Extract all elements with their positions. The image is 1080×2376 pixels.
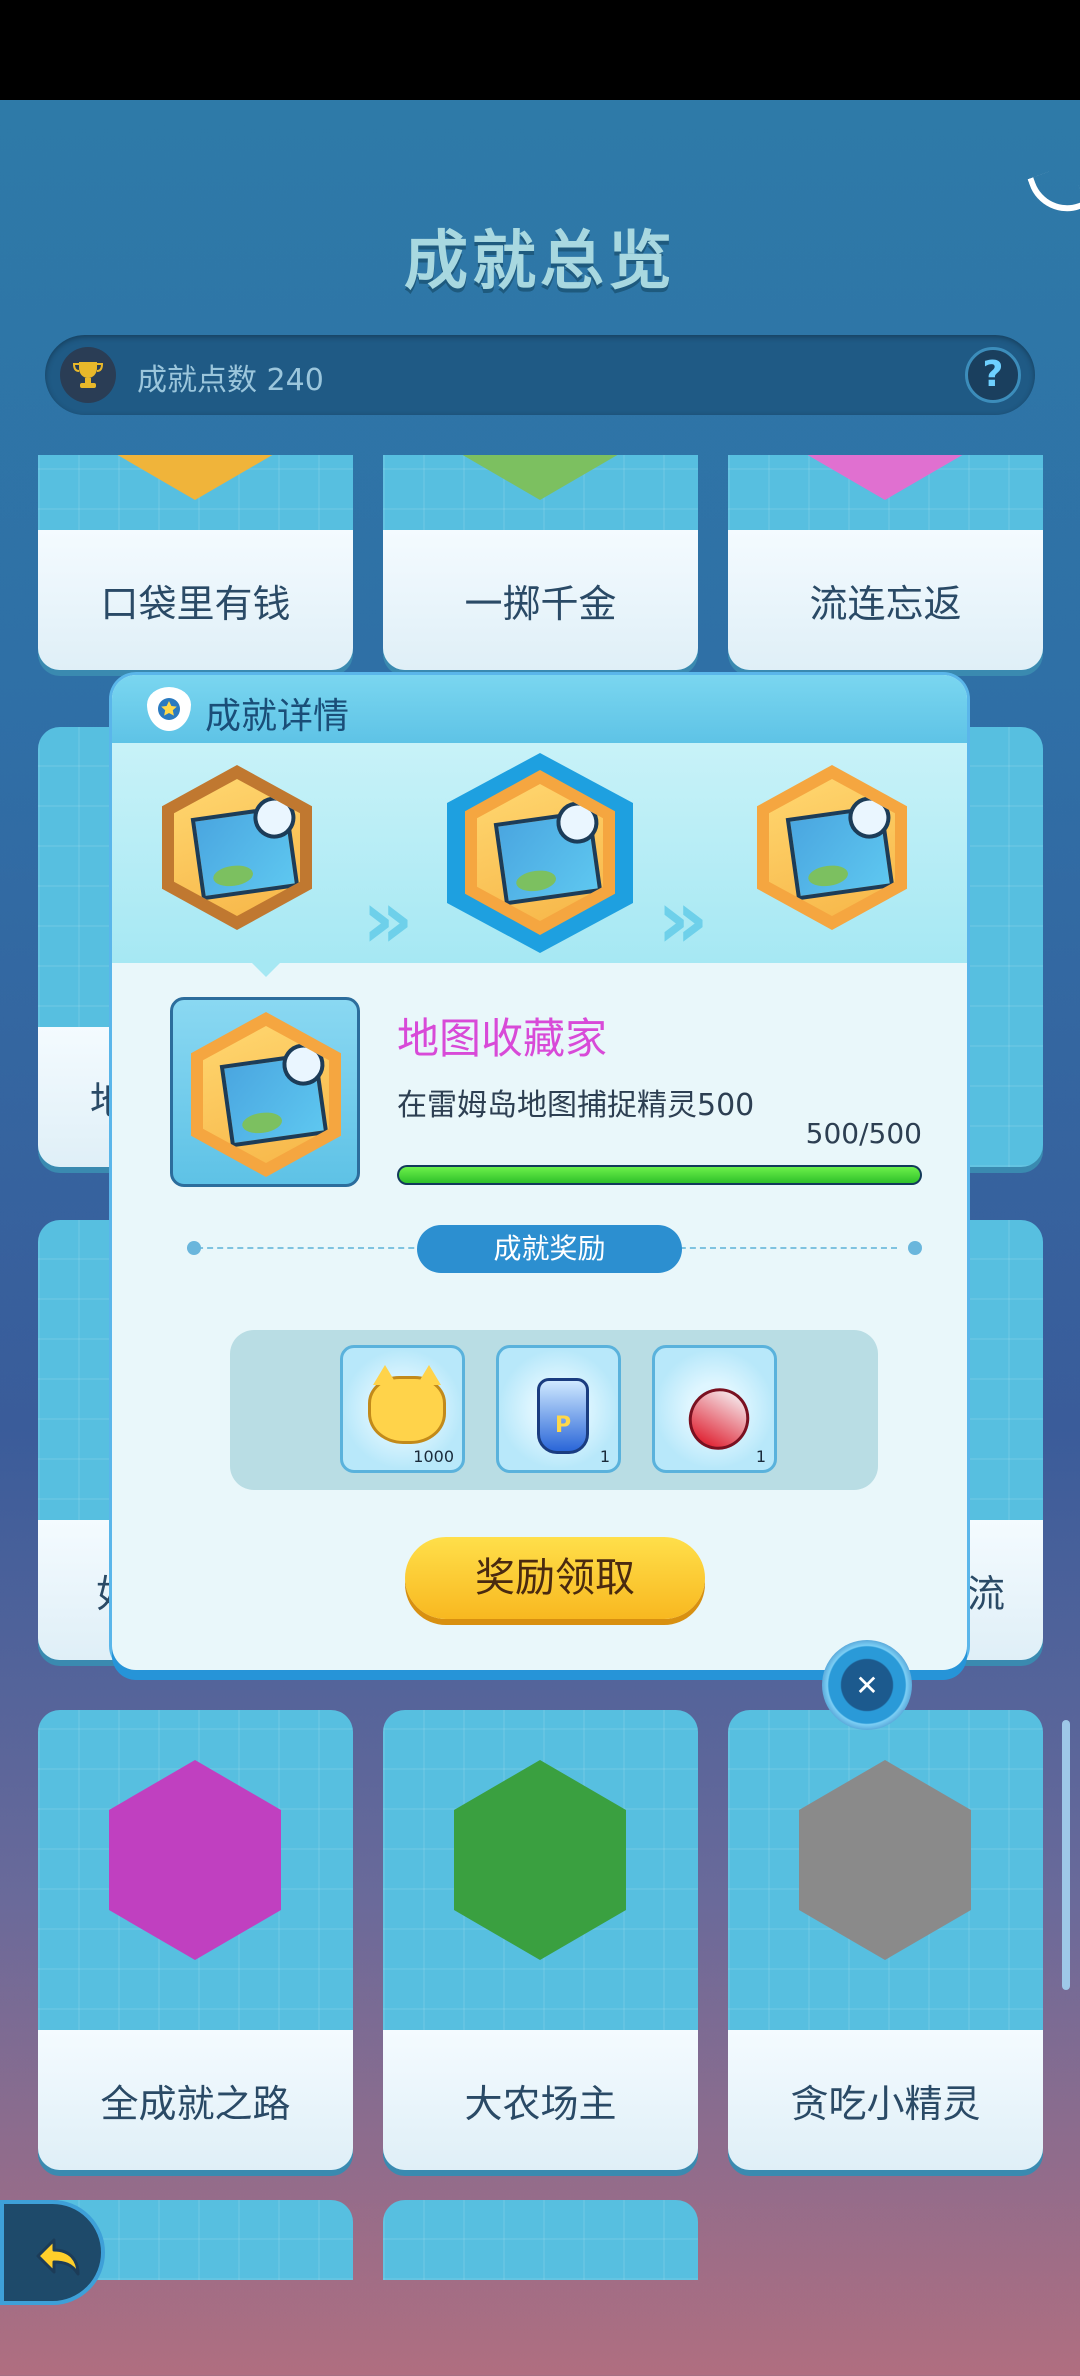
magnifier-badge-icon bbox=[799, 1760, 971, 1960]
page-title: 成就总览 bbox=[404, 225, 676, 299]
achievement-badge-icon bbox=[454, 455, 626, 500]
compass-icon bbox=[250, 793, 299, 842]
close-icon[interactable]: ✕ bbox=[822, 1640, 912, 1730]
achievement-description: 在雷姆岛地图捕捉精灵500 bbox=[397, 1088, 755, 1123]
achievement-card[interactable] bbox=[383, 2200, 698, 2280]
red-potion-icon bbox=[677, 1377, 761, 1461]
achievement-card-label: 大农场主 bbox=[383, 2030, 698, 2170]
map-icon bbox=[493, 798, 603, 906]
reward-section-label: 成就奖励 bbox=[417, 1225, 682, 1273]
stage-badge-3[interactable] bbox=[757, 765, 907, 930]
achievement-name: 地图收藏家 bbox=[397, 1014, 608, 1063]
compass-icon bbox=[845, 793, 894, 842]
reward-count: 1 bbox=[599, 1447, 610, 1466]
achievement-points-label: 成就点数 240 bbox=[137, 363, 324, 398]
reward-item[interactable]: 1 bbox=[652, 1345, 777, 1473]
cat-coin-icon bbox=[368, 1365, 446, 1444]
progress-bar-fill bbox=[399, 1167, 920, 1183]
achievement-card[interactable]: 贪吃小精灵 bbox=[728, 1710, 1043, 2170]
achievement-badge-icon bbox=[109, 455, 281, 500]
question-icon[interactable]: ? bbox=[965, 347, 1021, 403]
achievement-card[interactable]: 大农场主 bbox=[383, 1710, 698, 2170]
achievement-card-label: 一掷千金 bbox=[383, 530, 698, 670]
achievement-badge-icon bbox=[799, 455, 971, 500]
achievement-icon bbox=[170, 997, 360, 1187]
reward-item[interactable]: 1000 bbox=[340, 1345, 465, 1473]
back-arrow-icon bbox=[36, 2238, 79, 2275]
reward-count: 1 bbox=[755, 1447, 766, 1466]
stage-pointer bbox=[252, 963, 280, 977]
achievement-points-bar: 成就点数 240 ? bbox=[45, 335, 1035, 415]
back-button[interactable] bbox=[0, 2200, 105, 2305]
achievement-card[interactable]: 一掷千金 bbox=[383, 455, 698, 670]
divider-dot bbox=[908, 1241, 922, 1255]
crown-badge-icon bbox=[109, 1760, 281, 1960]
achievement-card[interactable]: 口袋里有钱 bbox=[38, 455, 353, 670]
modal-title: 成就详情 bbox=[205, 696, 350, 737]
achievement-stages: » » bbox=[112, 743, 967, 966]
achievement-card[interactable]: 全成就之路 bbox=[38, 1710, 353, 2170]
trophy-icon bbox=[60, 347, 116, 403]
compass-icon bbox=[553, 798, 602, 847]
achievement-card-label: 全成就之路 bbox=[38, 2030, 353, 2170]
progress-bar bbox=[397, 1165, 922, 1185]
reward-panel: 1000 P 1 1 bbox=[230, 1330, 878, 1490]
stage-badge-2[interactable] bbox=[447, 753, 633, 953]
achievement-card[interactable]: 流连忘返 bbox=[728, 455, 1043, 670]
chevron-right-icon: » bbox=[657, 873, 708, 966]
achievement-card-label: 口袋里有钱 bbox=[38, 530, 353, 670]
farmer-badge-icon bbox=[454, 1760, 626, 1960]
divider-dot bbox=[187, 1241, 201, 1255]
achievement-detail-modal: 成就详情 » » 地图收藏家 在雷姆岛地图捕捉精灵500 500/500 成就奖… bbox=[112, 675, 967, 1670]
shield-star-icon bbox=[147, 687, 191, 731]
map-icon bbox=[219, 1040, 329, 1148]
achievement-progress-text: 500/500 bbox=[805, 1117, 922, 1150]
reward-item[interactable]: P 1 bbox=[496, 1345, 621, 1473]
achievement-card-label: 贪吃小精灵 bbox=[728, 2030, 1043, 2170]
blue-potion-icon: P bbox=[537, 1378, 589, 1454]
reward-count: 1000 bbox=[413, 1447, 454, 1466]
scrollbar[interactable] bbox=[1062, 1720, 1070, 1990]
map-icon bbox=[785, 793, 895, 901]
stage-badge-1[interactable] bbox=[162, 765, 312, 930]
compass-icon bbox=[279, 1040, 328, 1089]
map-icon bbox=[190, 793, 300, 901]
achievement-card-label: 流连忘返 bbox=[728, 530, 1043, 670]
claim-reward-button[interactable]: 奖励领取 bbox=[405, 1537, 705, 1619]
status-bar bbox=[0, 0, 1080, 100]
modal-header: 成就详情 bbox=[112, 675, 967, 743]
chevron-right-icon: » bbox=[362, 873, 413, 966]
